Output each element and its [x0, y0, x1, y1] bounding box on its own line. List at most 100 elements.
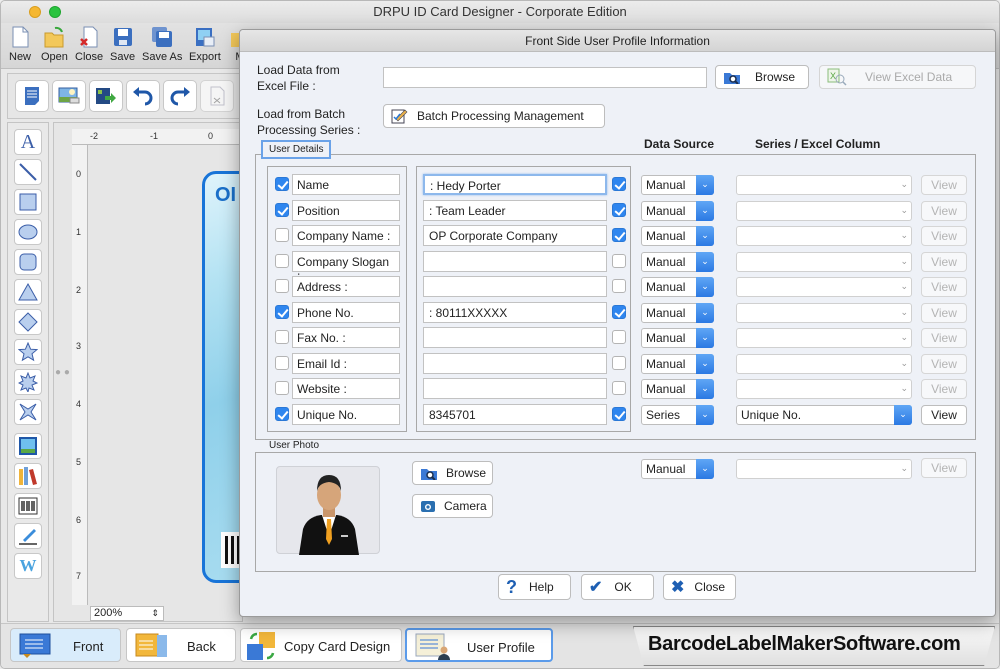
page-properties-button[interactable]: [15, 80, 49, 112]
field-value-input[interactable]: : Team Leader: [423, 200, 607, 221]
excel-column-select[interactable]: ⌄: [736, 175, 912, 195]
field-enable-checkbox[interactable]: [275, 305, 289, 319]
view-excel-data-button[interactable]: X View Excel Data: [819, 65, 976, 89]
text-tool[interactable]: A: [14, 129, 42, 155]
field-enable-checkbox[interactable]: [275, 330, 289, 344]
view-button[interactable]: View: [921, 226, 967, 246]
photo-source-select[interactable]: Manual ⌄: [641, 459, 714, 479]
field-enable-checkbox[interactable]: [275, 381, 289, 395]
burst-tool[interactable]: [14, 369, 42, 395]
view-button[interactable]: View: [921, 303, 967, 323]
field-enable-checkbox[interactable]: [275, 356, 289, 370]
view-button[interactable]: View: [921, 328, 967, 348]
data-source-select[interactable]: Manual ⌄: [641, 354, 714, 374]
field-enable-checkbox[interactable]: [275, 203, 289, 217]
field-print-checkbox[interactable]: [612, 254, 626, 268]
tab-back[interactable]: Back: [126, 628, 236, 662]
barcode-tool[interactable]: [14, 493, 42, 519]
field-print-checkbox[interactable]: [612, 356, 626, 370]
field-enable-checkbox[interactable]: [275, 279, 289, 293]
field-value-input[interactable]: : Hedy Porter: [423, 174, 607, 195]
zoom-button[interactable]: [49, 6, 61, 18]
data-source-select[interactable]: Manual ⌄: [641, 201, 714, 221]
image-tool[interactable]: [14, 433, 42, 459]
data-source-select[interactable]: Manual ⌄: [641, 303, 714, 323]
toolbar-save-as-button[interactable]: Save As: [142, 25, 182, 63]
field-enable-checkbox[interactable]: [275, 177, 289, 191]
data-source-select[interactable]: Manual ⌄: [641, 379, 714, 399]
toolbar-new-button[interactable]: New: [9, 25, 31, 63]
toolbar-save-button[interactable]: Save: [110, 25, 135, 63]
data-source-select[interactable]: Series ⌄: [641, 405, 714, 425]
view-button[interactable]: View: [921, 277, 967, 297]
excel-column-select[interactable]: ⌄: [736, 252, 912, 272]
excel-column-select[interactable]: ⌄: [736, 201, 912, 221]
watermark-tool[interactable]: W: [14, 553, 42, 579]
field-value-input[interactable]: [423, 276, 607, 297]
field-value-input[interactable]: OP Corporate Company: [423, 225, 607, 246]
star-tool[interactable]: [14, 339, 42, 365]
camera-button[interactable]: Camera: [412, 494, 493, 518]
splitter-handle[interactable]: ● ●: [55, 367, 70, 378]
triangle-tool[interactable]: [14, 279, 42, 305]
export-image-button[interactable]: [89, 80, 123, 112]
field-print-checkbox[interactable]: [612, 330, 626, 344]
excel-file-input[interactable]: [383, 67, 707, 88]
field-print-checkbox[interactable]: [612, 203, 626, 217]
excel-column-select[interactable]: ⌄: [736, 226, 912, 246]
field-value-input[interactable]: : 80111XXXXX: [423, 302, 607, 323]
field-enable-checkbox[interactable]: [275, 407, 289, 421]
photo-view-button[interactable]: View: [921, 458, 967, 478]
field-value-input[interactable]: [423, 353, 607, 374]
field-enable-checkbox[interactable]: [275, 228, 289, 242]
diamond-tool[interactable]: [14, 309, 42, 335]
excel-column-select[interactable]: Unique No. ⌄: [736, 405, 912, 425]
data-source-select[interactable]: Manual ⌄: [641, 252, 714, 272]
background-image-button[interactable]: [52, 80, 86, 112]
excel-column-select[interactable]: ⌄: [736, 303, 912, 323]
toolbar-export-button[interactable]: Export: [189, 25, 221, 63]
view-button[interactable]: View: [921, 379, 967, 399]
line-tool[interactable]: [14, 159, 42, 185]
minimize-button[interactable]: [29, 6, 41, 18]
data-source-select[interactable]: Manual ⌄: [641, 175, 714, 195]
ellipse-tool[interactable]: [14, 219, 42, 245]
excel-column-select[interactable]: ⌄: [736, 277, 912, 297]
view-button[interactable]: View: [921, 201, 967, 221]
data-source-select[interactable]: Manual ⌄: [641, 328, 714, 348]
data-source-select[interactable]: Manual ⌄: [641, 226, 714, 246]
redo-button[interactable]: [163, 80, 197, 112]
field-value-input[interactable]: [423, 251, 607, 272]
cut-button[interactable]: [200, 80, 234, 112]
field-value-input[interactable]: [423, 327, 607, 348]
excel-column-select[interactable]: ⌄: [736, 379, 912, 399]
view-button[interactable]: View: [921, 252, 967, 272]
field-print-checkbox[interactable]: [612, 305, 626, 319]
field-print-checkbox[interactable]: [612, 381, 626, 395]
view-button[interactable]: View: [921, 175, 967, 195]
photo-column-select[interactable]: ⌄: [736, 459, 912, 479]
design-canvas[interactable]: -2 -1 0 0 1 2 3 4 5 6 7 OI 200% ⇕: [53, 122, 262, 622]
close-button[interactable]: ✖ Close: [663, 574, 736, 600]
excel-browse-button[interactable]: Browse: [715, 65, 809, 89]
view-button[interactable]: View: [921, 354, 967, 374]
view-button[interactable]: View: [921, 405, 967, 425]
photo-browse-button[interactable]: Browse: [412, 461, 493, 485]
field-print-checkbox[interactable]: [612, 407, 626, 421]
help-button[interactable]: ? Help: [498, 574, 571, 600]
four-point-star-tool[interactable]: [14, 399, 42, 425]
excel-column-select[interactable]: ⌄: [736, 328, 912, 348]
tab-user-profile[interactable]: User Profile: [405, 628, 553, 662]
field-print-checkbox[interactable]: [612, 279, 626, 293]
field-value-input[interactable]: 8345701: [423, 404, 607, 425]
batch-processing-management-button[interactable]: Batch Processing Management: [383, 104, 605, 128]
tab-front[interactable]: Front: [10, 628, 121, 662]
field-value-input[interactable]: [423, 378, 607, 399]
ok-button[interactable]: ✔ OK: [581, 574, 654, 600]
data-source-select[interactable]: Manual ⌄: [641, 277, 714, 297]
field-print-checkbox[interactable]: [612, 228, 626, 242]
library-tool[interactable]: [14, 463, 42, 489]
excel-column-select[interactable]: ⌄: [736, 354, 912, 374]
field-enable-checkbox[interactable]: [275, 254, 289, 268]
toolbar-open-button[interactable]: Open: [41, 25, 68, 63]
